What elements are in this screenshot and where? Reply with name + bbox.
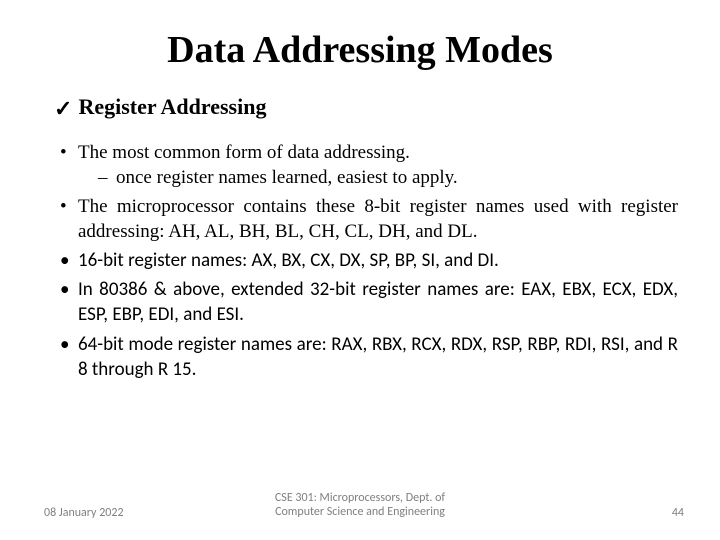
bullet-1-text: The most common form of data addressing. — [78, 142, 410, 163]
bullet-2-text: The microprocessor contains these 8-bit … — [78, 196, 678, 242]
bullet-5-text: 64-bit mode register names are: RAX, RBX… — [78, 333, 678, 381]
slide: Data Addressing Modes ✓Register Addressi… — [0, 0, 720, 540]
slide-title: Data Addressing Modes — [36, 28, 684, 72]
bullet-1: The most common form of data addressing.… — [60, 140, 678, 190]
bullet-1-sub: once register names learned, easiest to … — [98, 165, 678, 190]
bullet-1-sub-text: once register names learned, easiest to … — [116, 167, 458, 188]
bullet-5: 64-bit mode register names are: RAX, RBX… — [60, 332, 678, 382]
bullet-3-text: 16-bit register names: AX, BX, CX, DX, S… — [78, 249, 499, 272]
subheading-row: ✓Register Addressing — [54, 94, 684, 122]
content-body: The most common form of data addressing.… — [60, 140, 678, 382]
footer-course-line2: Computer Science and Engineering — [275, 505, 445, 519]
check-icon: ✓ — [54, 96, 72, 122]
footer-page-number: 44 — [672, 506, 684, 520]
footer-course: CSE 301: Microprocessors, Dept. of Compu… — [275, 492, 445, 520]
subheading-text: Register Addressing — [78, 94, 266, 119]
footer-date: 08 January 2022 — [44, 506, 124, 520]
bullet-4: In 80386 & above, extended 32-bit regist… — [60, 277, 678, 327]
bullet-2: The microprocessor contains these 8-bit … — [60, 194, 678, 244]
footer-course-line1: CSE 301: Microprocessors, Dept. of — [275, 491, 445, 505]
bullet-3: 16-bit register names: AX, BX, CX, DX, S… — [60, 248, 678, 273]
bullet-4-text: In 80386 & above, extended 32-bit regist… — [78, 278, 678, 326]
